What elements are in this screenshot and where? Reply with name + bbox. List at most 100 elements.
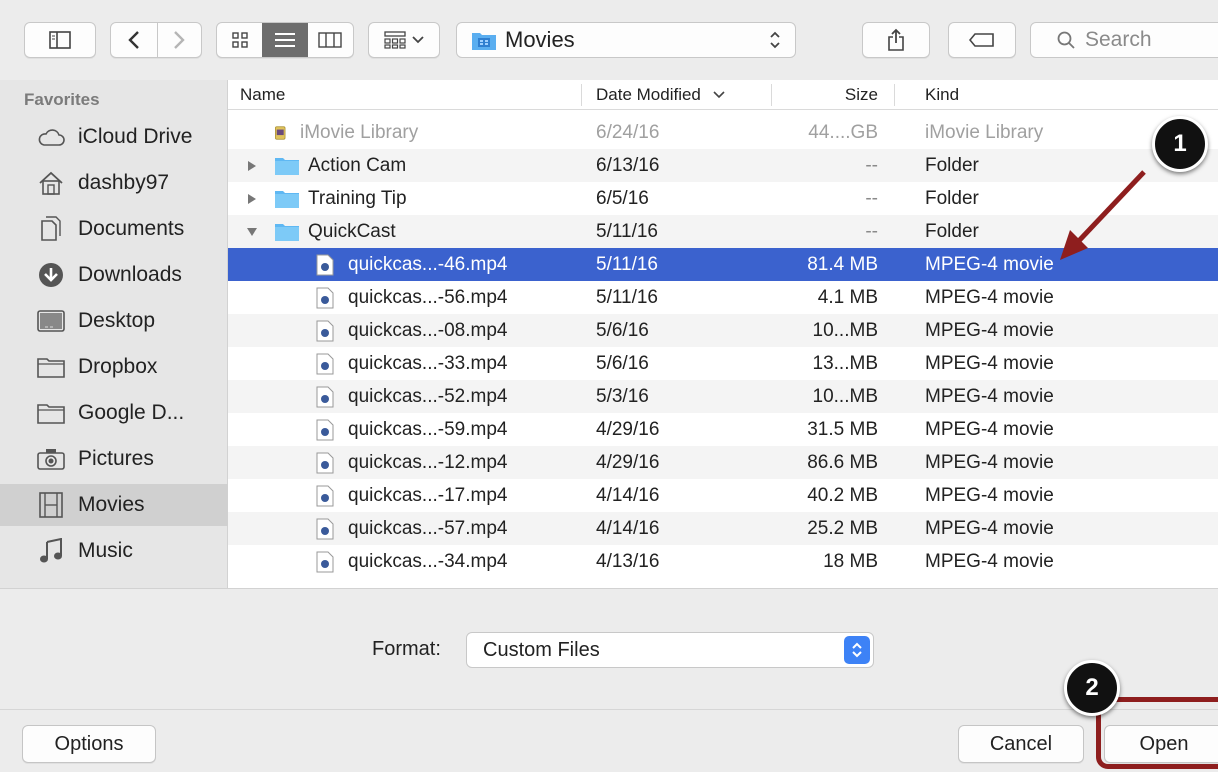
file-kind: MPEG-4 movie: [925, 286, 1054, 308]
sidebar-item-label: Pictures: [78, 447, 154, 470]
file-name: quickcas...-59.mp4: [348, 418, 508, 440]
file-row[interactable]: quickcas...-52.mp4 5/3/16 10...MB MPEG-4…: [228, 380, 1218, 413]
file-date: 4/29/16: [596, 418, 660, 440]
sidebar-item-movies[interactable]: Movies: [0, 484, 228, 526]
camera-icon: [37, 449, 65, 470]
movie-file-icon: [316, 485, 334, 506]
music-note-icon: [40, 538, 62, 563]
group-icon: [384, 31, 406, 49]
forward-button[interactable]: [156, 23, 201, 57]
disclosure-triangle-icon[interactable]: [246, 160, 258, 172]
sidebar-item-label: Documents: [78, 217, 185, 240]
file-date: 5/11/16: [596, 220, 658, 242]
column-view-button[interactable]: [308, 23, 353, 57]
file-row[interactable]: quickcas...-34.mp4 4/13/16 18 MB MPEG-4 …: [228, 545, 1218, 578]
sidebar-item-google-drive[interactable]: Google D...: [0, 392, 228, 434]
movie-file-icon: [316, 320, 334, 341]
list-view-button[interactable]: [262, 23, 308, 57]
file-size: --: [865, 220, 878, 242]
file-date: 4/29/16: [596, 451, 660, 473]
column-header-kind[interactable]: Kind: [925, 80, 959, 110]
view-mode-control: [216, 22, 354, 58]
sidebar-item-pictures[interactable]: Pictures: [0, 438, 228, 480]
sidebar-item-documents[interactable]: Documents: [0, 208, 228, 250]
open-button-highlight: [1096, 697, 1218, 769]
file-row[interactable]: quickcas...-56.mp4 5/11/16 4.1 MB MPEG-4…: [228, 281, 1218, 314]
tags-button[interactable]: [948, 22, 1016, 58]
file-name: QuickCast: [308, 220, 396, 242]
disclosure-triangle-open-icon[interactable]: [246, 226, 258, 238]
column-header-date[interactable]: Date Modified: [596, 80, 725, 110]
file-kind: Folder: [925, 154, 979, 176]
file-name: quickcas...-52.mp4: [348, 385, 508, 407]
file-row[interactable]: quickcas...-57.mp4 4/14/16 25.2 MB MPEG-…: [228, 512, 1218, 545]
file-kind: MPEG-4 movie: [925, 550, 1054, 572]
disclosure-triangle-icon[interactable]: [246, 193, 258, 205]
file-row[interactable]: quickcas...-33.mp4 5/6/16 13...MB MPEG-4…: [228, 347, 1218, 380]
file-name: Training Tip: [308, 187, 407, 209]
column-header-name[interactable]: Name: [240, 80, 285, 110]
file-name: quickcas...-46.mp4: [348, 253, 508, 275]
file-name: Action Cam: [308, 154, 407, 176]
back-button[interactable]: [111, 23, 156, 57]
file-name: quickcas...-56.mp4: [348, 286, 508, 308]
search-field[interactable]: Search: [1030, 22, 1218, 58]
sidebar-toggle-button[interactable]: [24, 22, 96, 58]
file-row[interactable]: quickcas...-59.mp4 4/29/16 31.5 MB MPEG-…: [228, 413, 1218, 446]
location-popup[interactable]: Movies: [456, 22, 796, 58]
file-kind: MPEG-4 movie: [925, 451, 1054, 473]
chevron-right-icon: [173, 31, 185, 49]
folder-icon: [37, 404, 65, 424]
downloads-icon: [39, 263, 63, 287]
file-kind: MPEG-4 movie: [925, 385, 1054, 407]
file-kind: MPEG-4 movie: [925, 319, 1054, 341]
options-button[interactable]: Options: [22, 725, 156, 763]
movie-file-icon: [316, 254, 334, 275]
folder-icon: [275, 157, 299, 175]
file-size: --: [865, 154, 878, 176]
file-row[interactable]: quickcas...-17.mp4 4/14/16 40.2 MB MPEG-…: [228, 479, 1218, 512]
file-name: quickcas...-12.mp4: [348, 451, 508, 473]
movies-folder-icon: [472, 33, 496, 50]
group-by-button[interactable]: [368, 22, 440, 58]
sidebar-item-downloads[interactable]: Downloads: [0, 254, 228, 296]
file-name: quickcas...-08.mp4: [348, 319, 508, 341]
icon-grid-icon: [231, 32, 248, 48]
file-row[interactable]: quickcas...-08.mp4 5/6/16 10...MB MPEG-4…: [228, 314, 1218, 347]
movie-file-icon: [316, 353, 334, 374]
sort-chevron-down-icon: [713, 91, 725, 99]
documents-icon: [41, 216, 61, 241]
column-header-size[interactable]: Size: [845, 80, 878, 110]
file-kind: MPEG-4 movie: [925, 418, 1054, 440]
callout-badge-1: 1: [1152, 116, 1208, 172]
file-kind: iMovie Library: [925, 121, 1044, 143]
share-button[interactable]: [862, 22, 930, 58]
sidebar-item-music[interactable]: Music: [0, 530, 228, 572]
file-name: quickcas...-33.mp4: [348, 352, 508, 374]
folder-icon: [275, 223, 299, 241]
movie-file-icon: [316, 287, 334, 308]
movie-file-icon: [316, 518, 334, 539]
format-select[interactable]: Custom Files: [466, 632, 874, 668]
sidebar-item-label: Dropbox: [78, 355, 158, 378]
format-stepper[interactable]: [844, 636, 870, 664]
file-row[interactable]: quickcas...-12.mp4 4/29/16 86.6 MB MPEG-…: [228, 446, 1218, 479]
location-label: Movies: [505, 27, 575, 52]
file-row[interactable]: iMovie Library 6/24/16 44....GB iMovie L…: [228, 116, 1218, 149]
sidebar-item-label: Desktop: [78, 309, 156, 332]
sidebar-heading: Favorites: [24, 90, 100, 109]
cancel-button[interactable]: Cancel: [958, 725, 1084, 763]
sidebar-item-icloud-drive[interactable]: iCloud Drive: [0, 116, 228, 158]
sidebar-item-label: iCloud Drive: [78, 125, 193, 148]
file-name: quickcas...-57.mp4: [348, 517, 508, 539]
icon-view-button[interactable]: [217, 23, 262, 57]
sidebar-item-dropbox[interactable]: Dropbox: [0, 346, 228, 388]
sidebar-item-home[interactable]: dashby97: [0, 162, 228, 204]
movie-file-icon: [316, 386, 334, 407]
sidebar-item-desktop[interactable]: Desktop: [0, 300, 228, 342]
file-kind: MPEG-4 movie: [925, 253, 1054, 275]
column-header-bar: Name Date Modified Size Kind: [228, 80, 1218, 110]
columns-icon: [318, 32, 343, 48]
file-size: 13...MB: [812, 352, 878, 374]
file-size: 10...MB: [812, 385, 878, 407]
